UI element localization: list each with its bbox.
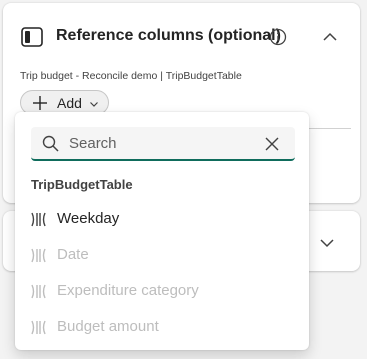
chevron-down-icon (90, 102, 98, 107)
column-icon (31, 320, 46, 335)
option-label: Date (57, 246, 89, 263)
divider (303, 128, 351, 129)
column-icon (31, 248, 46, 263)
option-expenditure-category: Expenditure category (15, 274, 309, 308)
chevron-up-icon[interactable] (321, 28, 339, 46)
panel-left-icon (21, 27, 43, 47)
column-icon (31, 284, 46, 299)
column-icon (31, 212, 46, 227)
search-input[interactable] (69, 132, 249, 154)
option-label: Budget amount (57, 318, 159, 335)
plus-icon (33, 96, 47, 110)
add-button-label: Add (57, 95, 82, 111)
search-box[interactable] (31, 127, 295, 161)
section-title: Reference columns (optional) (56, 27, 281, 44)
group-header: TripBudgetTable (31, 177, 133, 192)
option-date: Date (15, 238, 309, 272)
source-label: Trip budget - Reconcile demo | TripBudge… (20, 70, 242, 82)
option-budget-amount: Budget amount (15, 310, 309, 344)
dismiss-icon[interactable] (264, 136, 280, 152)
column-dropdown: TripBudgetTable Weekday Date Expenditure… (15, 112, 309, 350)
search-icon (42, 135, 59, 152)
option-label: Expenditure category (57, 282, 199, 299)
chevron-down-icon[interactable] (318, 234, 336, 252)
option-weekday[interactable]: Weekday (15, 202, 309, 236)
option-label: Weekday (57, 210, 120, 227)
info-icon[interactable] (269, 28, 287, 46)
